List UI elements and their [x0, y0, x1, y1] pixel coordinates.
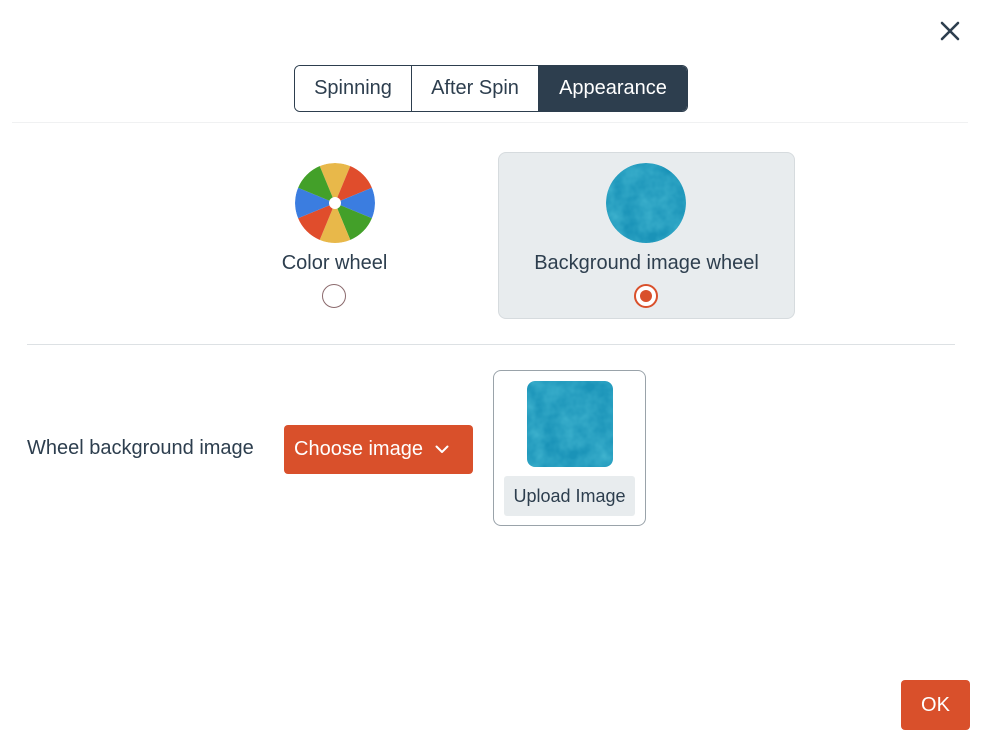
- tab-after-spin[interactable]: After Spin: [411, 66, 538, 111]
- color-wheel-option[interactable]: Color wheel: [236, 152, 433, 318]
- background-image-wheel-radio[interactable]: [634, 284, 658, 308]
- section-divider: [27, 344, 955, 345]
- choose-image-label: Choose image: [294, 438, 423, 460]
- image-preview-card: Upload Image: [493, 370, 646, 526]
- color-wheel-radio[interactable]: [322, 284, 346, 308]
- wheel-background-image-label: Wheel background image: [27, 437, 254, 459]
- close-button[interactable]: [936, 17, 964, 45]
- image-preview-thumbnail: [527, 381, 613, 467]
- settings-tabs: Spinning After Spin Appearance: [294, 65, 688, 112]
- choose-image-button[interactable]: Choose image: [284, 425, 473, 474]
- background-image-wheel-option[interactable]: Background image wheel: [498, 152, 795, 319]
- ocean-image-thumbnail: [606, 163, 686, 243]
- header-divider: [12, 122, 968, 123]
- ok-button[interactable]: OK: [901, 680, 970, 730]
- background-image-wheel-label: Background image wheel: [534, 252, 759, 274]
- color-wheel-icon: [295, 163, 375, 243]
- tab-spinning[interactable]: Spinning: [295, 66, 411, 111]
- tab-appearance[interactable]: Appearance: [538, 66, 687, 111]
- chevron-down-icon: [435, 445, 449, 454]
- upload-image-button[interactable]: Upload Image: [504, 476, 635, 516]
- color-wheel-label: Color wheel: [281, 252, 388, 274]
- close-icon: [940, 21, 960, 41]
